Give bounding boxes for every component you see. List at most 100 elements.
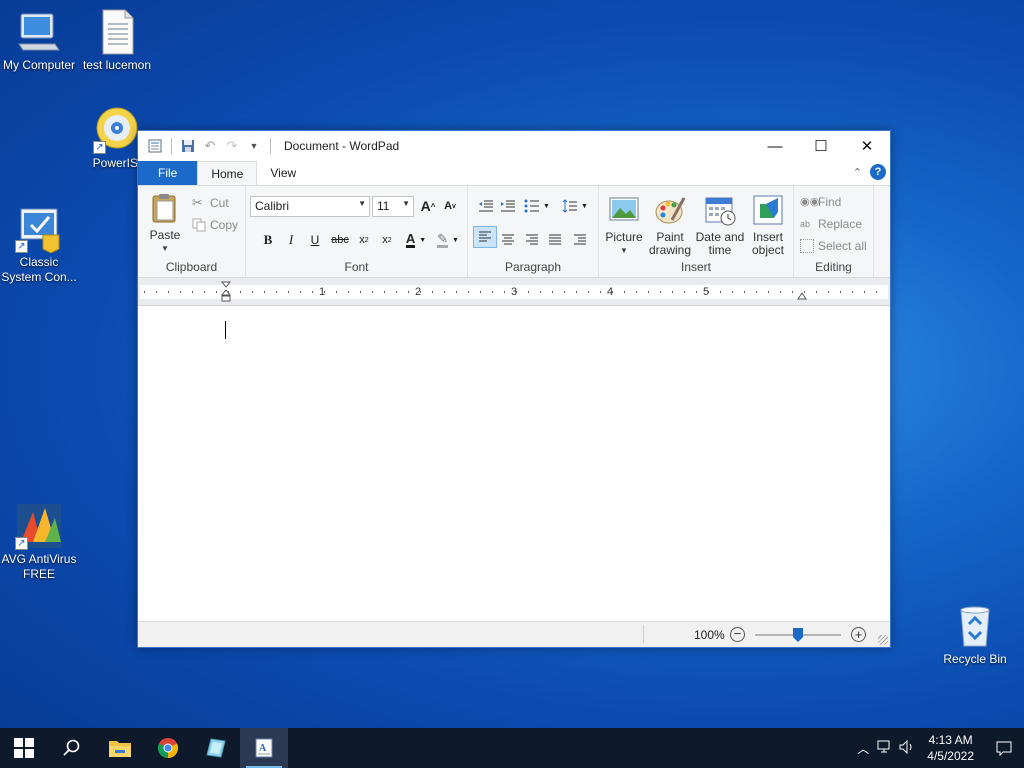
paragraph-settings-icon[interactable] bbox=[570, 230, 590, 250]
replace-label: Replace bbox=[818, 217, 863, 231]
clipboard-group: Paste ▼ ✂ Cut Copy Clipboard bbox=[138, 186, 246, 277]
font-color-icon[interactable]: A ▼ bbox=[402, 230, 430, 250]
paint-drawing-button[interactable]: Paint drawing bbox=[647, 194, 693, 257]
align-center-icon[interactable] bbox=[498, 230, 518, 250]
maximize-button[interactable]: ☐ bbox=[798, 131, 844, 161]
ruler-tick bbox=[192, 291, 193, 293]
tab-home[interactable]: Home bbox=[197, 161, 258, 185]
picture-label: Picture bbox=[605, 230, 643, 244]
paste-dropdown-icon[interactable]: ▼ bbox=[146, 242, 184, 255]
picture-button[interactable]: Picture ▼ bbox=[605, 194, 643, 257]
ruler-tick bbox=[252, 291, 253, 293]
date-time-button[interactable]: Date and time bbox=[695, 194, 745, 257]
shortcut-arrow-icon: ↗ bbox=[93, 141, 106, 154]
date-time-label: Date and time bbox=[695, 230, 745, 257]
ruler[interactable]: 1 2 3 4 5 bbox=[138, 278, 890, 306]
ruler-tick bbox=[336, 291, 337, 293]
ruler-number: 2 bbox=[415, 286, 422, 298]
volume-icon[interactable] bbox=[899, 739, 915, 757]
ruler-number: 4 bbox=[607, 286, 614, 298]
minimize-button[interactable]: — bbox=[752, 131, 798, 161]
select-all-button[interactable]: Select all bbox=[800, 239, 867, 253]
subscript-icon[interactable]: x2 bbox=[354, 230, 374, 250]
taskbar-file-explorer[interactable] bbox=[96, 728, 144, 768]
desktop-icon-avg-antivirus[interactable]: ↗ AVG AntiVirus FREE bbox=[0, 502, 78, 582]
ruler-tick bbox=[492, 291, 493, 293]
replace-button[interactable]: ab Replace bbox=[800, 217, 862, 231]
strikethrough-icon[interactable]: abc bbox=[328, 230, 352, 250]
find-button[interactable]: ◉◉ Find bbox=[800, 195, 841, 209]
help-icon[interactable]: ? bbox=[870, 164, 886, 180]
paste-button[interactable]: Paste ▼ bbox=[146, 192, 184, 255]
italic-icon[interactable]: I bbox=[281, 230, 301, 250]
taskbar-chrome[interactable] bbox=[144, 728, 192, 768]
cut-label: Cut bbox=[210, 196, 229, 210]
bold-icon[interactable]: B bbox=[258, 230, 278, 250]
wordpad-window[interactable]: ↶ ↷ ▼ Document - WordPad — ☐ ✕ File Home… bbox=[137, 130, 891, 648]
search-button[interactable] bbox=[48, 728, 96, 768]
resize-grip-icon[interactable] bbox=[878, 635, 888, 645]
ruler-tick bbox=[468, 291, 469, 293]
desktop-icon-classic-system-control[interactable]: ↗ Classic System Con... bbox=[0, 205, 78, 285]
editing-group: ◉◉ Find ab Replace Select all Editing bbox=[794, 186, 874, 277]
tab-view[interactable]: View bbox=[257, 161, 309, 185]
taskbar-clock[interactable]: 4:13 AM 4/5/2022 bbox=[927, 732, 974, 764]
insert-object-label: Insert object bbox=[751, 230, 785, 257]
show-hidden-icons-icon[interactable]: ︿ bbox=[857, 740, 869, 757]
tab-file[interactable]: File bbox=[138, 161, 198, 185]
undo-icon[interactable]: ↶ bbox=[201, 137, 219, 155]
wordpad-app-icon[interactable] bbox=[146, 137, 164, 155]
desktop-icon-test-lucemon[interactable]: test lucemon bbox=[78, 8, 156, 73]
ruler-tick bbox=[660, 291, 661, 293]
ruler-tick bbox=[300, 291, 301, 293]
copy-button[interactable]: Copy bbox=[192, 218, 238, 232]
grow-font-icon[interactable]: A ^ bbox=[418, 196, 438, 216]
underline-icon[interactable]: U bbox=[305, 230, 325, 250]
desktop-icon-my-computer[interactable]: My Computer bbox=[0, 8, 78, 73]
insert-object-button[interactable]: Insert object bbox=[747, 194, 789, 257]
zoom-out-button[interactable]: − bbox=[730, 627, 745, 642]
font-size-combo[interactable]: 11 ▼ bbox=[372, 196, 414, 217]
select-all-icon bbox=[800, 239, 814, 253]
font-family-combo[interactable]: Calibri ▼ bbox=[250, 196, 370, 217]
align-left-icon[interactable] bbox=[473, 226, 497, 248]
taskbar-wordpad[interactable]: A bbox=[240, 728, 288, 768]
superscript-icon[interactable]: x2 bbox=[377, 230, 397, 250]
quick-access-toolbar: ↶ ↷ ▼ bbox=[138, 137, 274, 155]
decrease-indent-icon[interactable] bbox=[476, 196, 496, 216]
close-button[interactable]: ✕ bbox=[844, 131, 890, 161]
text-cursor bbox=[225, 321, 226, 339]
save-icon[interactable] bbox=[179, 137, 197, 155]
shortcut-arrow-icon: ↗ bbox=[15, 537, 28, 550]
ruler-tick bbox=[636, 291, 637, 293]
increase-indent-icon[interactable] bbox=[498, 196, 518, 216]
right-indent-marker[interactable] bbox=[797, 290, 807, 300]
insert-object-icon bbox=[752, 194, 784, 226]
title-bar[interactable]: ↶ ↷ ▼ Document - WordPad — ☐ ✕ bbox=[138, 131, 890, 161]
zoom-slider-thumb[interactable] bbox=[793, 628, 803, 642]
customize-qat-icon[interactable]: ▼ bbox=[245, 137, 263, 155]
ruler-tick bbox=[732, 291, 733, 293]
line-spacing-icon[interactable]: ▼ bbox=[560, 196, 590, 216]
align-right-icon[interactable] bbox=[522, 230, 542, 250]
notifications-button[interactable] bbox=[984, 728, 1024, 768]
justify-icon[interactable] bbox=[545, 230, 565, 250]
font-size-value: 11 bbox=[377, 199, 390, 213]
cut-button[interactable]: ✂ Cut bbox=[192, 196, 229, 211]
paragraph-group: ▼ ▼ Paragraph bbox=[468, 186, 599, 277]
picture-dropdown-icon[interactable]: ▼ bbox=[605, 244, 643, 257]
list-icon[interactable]: ▼ bbox=[522, 196, 552, 216]
taskbar-app[interactable] bbox=[192, 728, 240, 768]
redo-icon[interactable]: ↷ bbox=[223, 137, 241, 155]
zoom-in-button[interactable]: + bbox=[851, 627, 866, 642]
network-icon[interactable] bbox=[877, 740, 893, 757]
ruler-tick bbox=[876, 291, 877, 293]
desktop-icon-recycle-bin[interactable]: Recycle Bin bbox=[936, 602, 1014, 667]
zoom-slider[interactable] bbox=[755, 628, 841, 642]
left-indent-marker[interactable] bbox=[220, 281, 232, 303]
minimize-ribbon-icon[interactable]: ⌃ bbox=[853, 166, 862, 179]
shrink-font-icon[interactable]: Av bbox=[440, 196, 460, 216]
document-editor[interactable] bbox=[138, 307, 890, 621]
highlight-color-icon[interactable]: ✎ ▼ bbox=[434, 230, 462, 250]
start-button[interactable] bbox=[0, 728, 48, 768]
